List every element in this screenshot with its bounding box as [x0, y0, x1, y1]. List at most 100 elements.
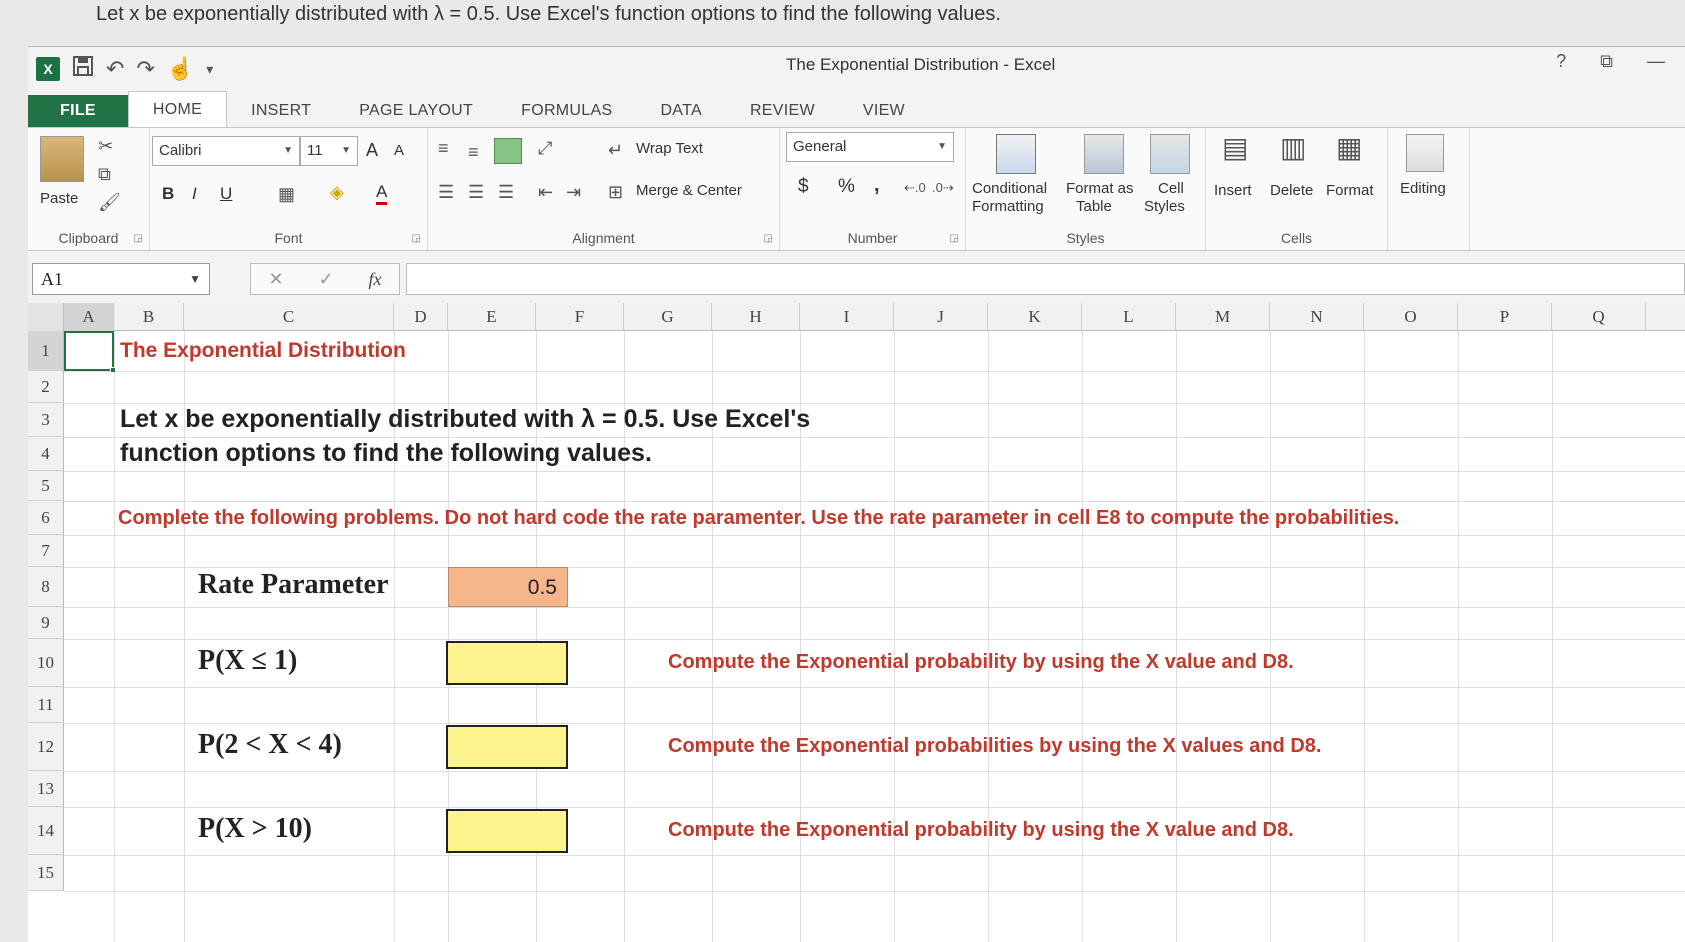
- col-header-n[interactable]: N: [1270, 303, 1364, 331]
- active-cell-a1[interactable]: [64, 331, 116, 373]
- binoculars-icon[interactable]: [1406, 134, 1444, 172]
- rate-parameter-cell[interactable]: 0.5: [448, 567, 568, 607]
- fill-color-icon[interactable]: ◈: [330, 182, 344, 202]
- conditional-formatting-line1[interactable]: Conditional: [972, 180, 1047, 197]
- row-header-15[interactable]: 15: [28, 855, 64, 891]
- format-as-table-line2[interactable]: Table: [1076, 198, 1112, 215]
- wrap-text-button[interactable]: Wrap Text: [636, 140, 703, 157]
- decrease-indent-icon[interactable]: ⇤: [538, 182, 553, 202]
- wrap-text-icon[interactable]: ↵: [608, 140, 623, 160]
- col-header-g[interactable]: G: [624, 303, 712, 331]
- col-header-a[interactable]: A: [64, 303, 114, 331]
- paste-icon[interactable]: [40, 136, 84, 182]
- conditional-formatting-line2[interactable]: Formatting: [972, 198, 1044, 215]
- tab-file[interactable]: FILE: [28, 95, 128, 127]
- ribbon-display-icon[interactable]: ⧉: [1600, 51, 1613, 72]
- tab-insert[interactable]: INSERT: [227, 95, 335, 127]
- enter-icon[interactable]: ✓: [319, 269, 334, 290]
- p3-answer-cell[interactable]: [446, 809, 568, 853]
- editing-button[interactable]: Editing: [1400, 180, 1446, 197]
- delete-cells-icon[interactable]: ▥: [1280, 134, 1306, 162]
- col-header-q[interactable]: Q: [1552, 303, 1646, 331]
- tab-view[interactable]: VIEW: [839, 95, 929, 127]
- shrink-font-button[interactable]: A: [394, 142, 404, 159]
- row-header-1[interactable]: 1: [28, 331, 64, 371]
- row-header-9[interactable]: 9: [28, 607, 64, 639]
- clipboard-launcher-icon[interactable]: ◲: [134, 233, 143, 244]
- minimize-icon[interactable]: —: [1647, 51, 1665, 72]
- col-header-h[interactable]: H: [712, 303, 800, 331]
- cancel-icon[interactable]: ✕: [268, 269, 283, 290]
- row-header-6[interactable]: 6: [28, 501, 64, 535]
- col-header-k[interactable]: K: [988, 303, 1082, 331]
- increase-decimal-icon[interactable]: ⇠.0: [904, 178, 926, 198]
- borders-icon[interactable]: ▦: [278, 184, 295, 204]
- copy-icon[interactable]: ⧉: [98, 164, 111, 184]
- tab-formulas[interactable]: FORMULAS: [497, 95, 636, 127]
- paste-button[interactable]: Paste: [40, 190, 78, 207]
- row-header-5[interactable]: 5: [28, 471, 64, 501]
- row-header-10[interactable]: 10: [28, 639, 64, 687]
- tab-data[interactable]: DATA: [636, 95, 726, 127]
- number-launcher-icon[interactable]: ◲: [950, 233, 959, 244]
- font-color-icon[interactable]: A: [376, 182, 388, 205]
- col-header-b[interactable]: B: [114, 303, 184, 331]
- number-format-combo[interactable]: General ▼: [786, 132, 954, 162]
- row-header-7[interactable]: 7: [28, 535, 64, 567]
- col-header-f[interactable]: F: [536, 303, 624, 331]
- format-button[interactable]: Format: [1326, 182, 1374, 199]
- help-icon[interactable]: ?: [1556, 51, 1566, 72]
- percent-button[interactable]: %: [838, 176, 855, 198]
- font-size-combo[interactable]: 11 ▼: [300, 136, 358, 166]
- redo-icon[interactable]: ↷: [136, 56, 154, 81]
- format-as-table-line1[interactable]: Format as: [1066, 180, 1134, 197]
- increase-indent-icon[interactable]: ⇥: [566, 182, 581, 202]
- save-icon[interactable]: [72, 55, 94, 82]
- touch-mode-icon[interactable]: ☝: [167, 56, 194, 81]
- cell-styles-icon[interactable]: [1150, 134, 1190, 174]
- format-as-table-icon[interactable]: [1084, 134, 1124, 174]
- align-left-icon[interactable]: ☰: [438, 182, 454, 202]
- merge-center-button[interactable]: Merge & Center: [636, 182, 742, 199]
- col-header-l[interactable]: L: [1082, 303, 1176, 331]
- bold-button[interactable]: B: [162, 184, 174, 204]
- col-header-i[interactable]: I: [800, 303, 894, 331]
- customize-toolbar-icon[interactable]: ▾: [206, 57, 213, 81]
- align-middle-icon[interactable]: ≡: [468, 142, 479, 162]
- tab-page-layout[interactable]: PAGE LAYOUT: [335, 95, 497, 127]
- format-painter-icon[interactable]: 🖌: [98, 192, 121, 212]
- align-center-icon[interactable]: ☰: [468, 182, 484, 202]
- insert-function-icon[interactable]: fx: [369, 269, 382, 290]
- select-all-button[interactable]: [28, 303, 64, 331]
- row-header-2[interactable]: 2: [28, 371, 64, 403]
- comma-button[interactable]: ,: [874, 174, 880, 197]
- font-launcher-icon[interactable]: ◲: [412, 233, 421, 244]
- cell-styles-line1[interactable]: Cell: [1158, 180, 1184, 197]
- align-bottom-icon[interactable]: [494, 138, 522, 164]
- row-header-12[interactable]: 12: [28, 723, 64, 771]
- col-header-o[interactable]: O: [1364, 303, 1458, 331]
- row-header-11[interactable]: 11: [28, 687, 64, 723]
- tab-home[interactable]: HOME: [127, 91, 228, 127]
- fill-handle[interactable]: [110, 367, 116, 373]
- p1-answer-cell[interactable]: [446, 641, 568, 685]
- row-header-3[interactable]: 3: [28, 403, 64, 437]
- row-header-4[interactable]: 4: [28, 437, 64, 471]
- underline-button[interactable]: U: [220, 184, 232, 204]
- col-header-p[interactable]: P: [1458, 303, 1552, 331]
- conditional-formatting-icon[interactable]: [996, 134, 1036, 174]
- italic-button[interactable]: I: [192, 184, 197, 204]
- col-header-e[interactable]: E: [448, 303, 536, 331]
- row-header-13[interactable]: 13: [28, 771, 64, 807]
- delete-button[interactable]: Delete: [1270, 182, 1313, 199]
- align-right-icon[interactable]: ☰: [498, 182, 514, 202]
- insert-button[interactable]: Insert: [1214, 182, 1252, 199]
- tab-review[interactable]: REVIEW: [726, 95, 839, 127]
- row-header-8[interactable]: 8: [28, 567, 64, 607]
- row-header-14[interactable]: 14: [28, 807, 64, 855]
- cut-icon[interactable]: ✂: [98, 136, 113, 156]
- orientation-icon[interactable]: ⤢: [538, 138, 552, 158]
- insert-cells-icon[interactable]: ▤: [1222, 134, 1248, 162]
- format-cells-icon[interactable]: ▦: [1336, 134, 1362, 162]
- merge-center-icon[interactable]: ⊞: [608, 182, 623, 202]
